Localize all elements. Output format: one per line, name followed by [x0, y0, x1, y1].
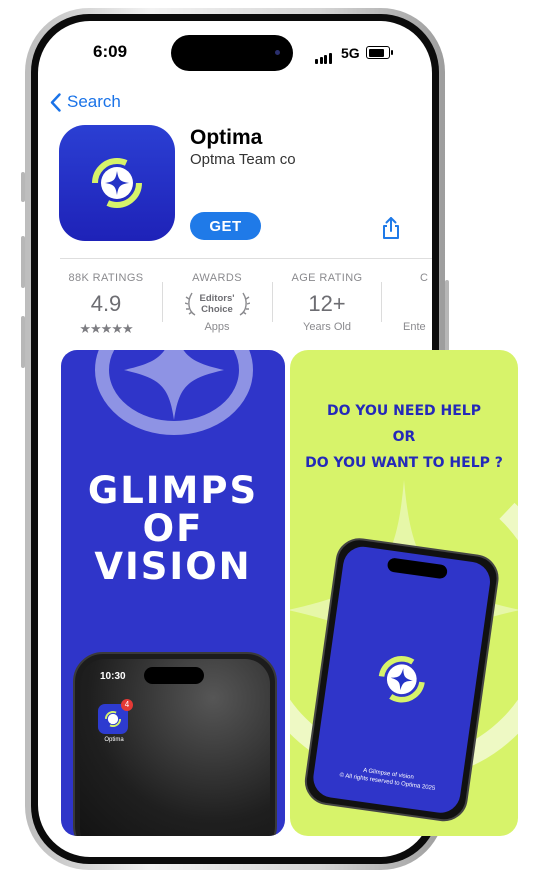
stat-category[interactable]: C Ente: [384, 272, 432, 333]
shot1-title-line2: OF: [142, 507, 204, 550]
shot2-headline: DO YOU NEED HELP OR DO YOU WANT TO HELP …: [290, 398, 518, 476]
stat-category-header: C: [420, 272, 429, 284]
mini-dynamic-island: [144, 667, 204, 684]
optima-logo-icon: [104, 710, 122, 728]
stat-age-value: 12+: [308, 291, 346, 316]
mini-phone-screen: 10:30 4 Optima: [80, 659, 270, 836]
award-line1: Editors': [199, 293, 235, 304]
award-line2: Choice: [201, 304, 233, 315]
share-icon[interactable]: [380, 216, 402, 240]
notification-badge: 4: [121, 699, 133, 711]
stat-age[interactable]: AGE RATING 12+ Years Old: [275, 272, 379, 333]
chevron-left-icon: [50, 92, 61, 112]
shot1-title-line1: GLIMPS: [87, 469, 259, 512]
battery-icon: [366, 46, 390, 59]
promo-dynamic-island: [386, 557, 449, 580]
network-label: 5G: [341, 45, 360, 61]
stat-ratings-header: 88K RATINGS: [68, 272, 144, 284]
shot2-line1: DO YOU NEED HELP: [327, 403, 481, 419]
signal-icon: [315, 46, 333, 64]
stat-separator: [162, 282, 163, 322]
status-time: 6:09: [93, 42, 128, 61]
stat-age-sub: Years Old: [303, 321, 351, 333]
stat-separator: [272, 282, 273, 322]
stat-age-header: AGE RATING: [291, 272, 363, 284]
back-search-button[interactable]: Search: [50, 92, 121, 112]
laurel-right-icon: [239, 292, 250, 316]
optima-logo-icon: [95, 350, 253, 435]
battery-cap: [391, 50, 393, 55]
stat-awards[interactable]: AWARDS Editors' Choice Apps: [165, 272, 269, 333]
mini-phone-time: 10:30: [100, 671, 126, 682]
app-name: Optima: [190, 126, 263, 149]
volume-down-button: [21, 316, 25, 368]
screenshot-2[interactable]: DO YOU NEED HELP OR DO YOU WANT TO HELP …: [290, 350, 518, 836]
stat-separator: [381, 282, 382, 322]
camera-dot: [275, 50, 280, 55]
volume-up-button: [21, 236, 25, 288]
shot1-title: GLIMPS OF VISION: [61, 472, 285, 586]
developer-name[interactable]: Optma Team co: [190, 151, 296, 168]
editors-choice-badge: Editors' Choice: [165, 291, 269, 317]
screenshot-1[interactable]: GLIMPS OF VISION 10:30 4 Optima: [61, 350, 285, 836]
app-icon: [59, 125, 175, 241]
shot1-title-line3: VISION: [94, 545, 252, 588]
mini-app-label: Optima: [104, 737, 124, 743]
mini-phone-mockup: 10:30 4 Optima: [73, 652, 277, 836]
rating-stars: ★★★★★: [79, 321, 133, 336]
optima-logo-icon: [378, 656, 425, 703]
header-divider: [60, 258, 432, 259]
promo-caption: A Glimpse of vision © All rights reserve…: [313, 760, 462, 796]
stat-awards-sub: Apps: [204, 321, 230, 333]
get-button[interactable]: GET: [190, 212, 261, 240]
shot2-line3: DO YOU WANT TO HELP ?: [305, 455, 503, 471]
stat-awards-header: AWARDS: [192, 272, 242, 284]
optima-logo-icon: [92, 158, 142, 208]
action-button: [21, 172, 25, 202]
power-button: [445, 280, 449, 360]
stat-ratings-value: 4.9: [90, 291, 122, 316]
laurel-left-icon: [184, 292, 195, 316]
back-label: Search: [67, 92, 121, 111]
shot2-line2: OR: [392, 429, 416, 445]
stat-ratings[interactable]: 88K RATINGS 4.9 ★★★★★: [54, 272, 158, 337]
stat-category-value: [384, 291, 432, 317]
promo-phone-screen: A Glimpse of vision © All rights reserve…: [310, 544, 493, 816]
stat-category-sub: Ente: [403, 321, 426, 333]
